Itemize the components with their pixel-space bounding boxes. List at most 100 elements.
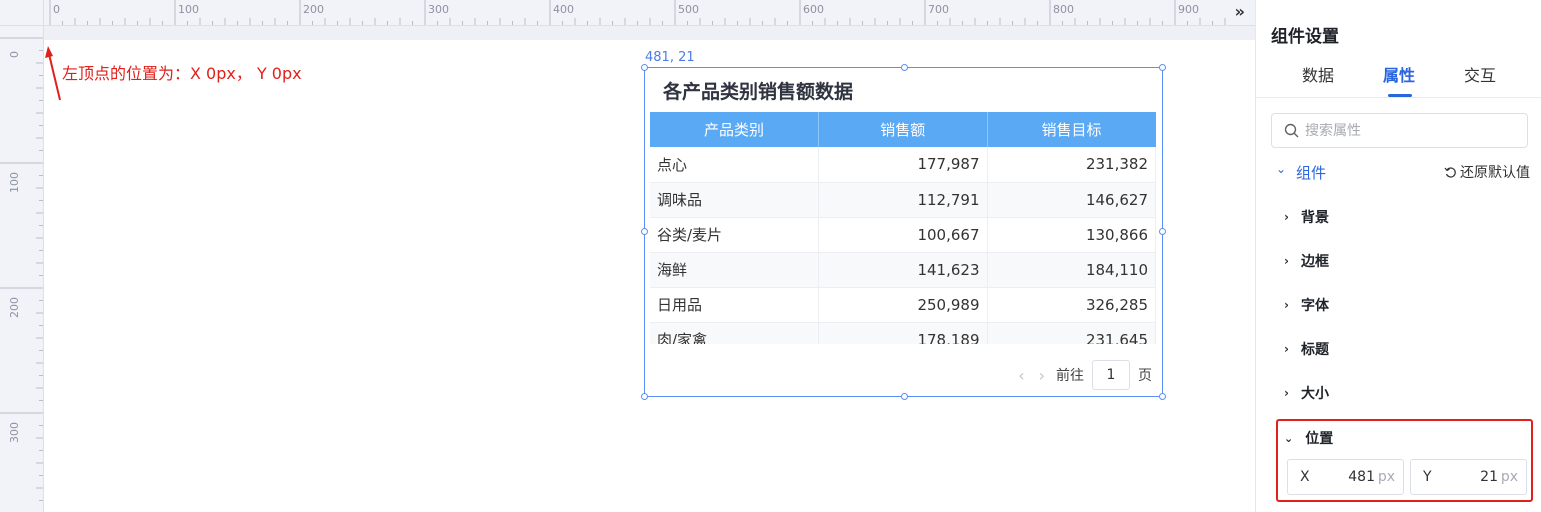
- resize-handle[interactable]: [1159, 393, 1166, 400]
- search-input[interactable]: [1305, 122, 1505, 139]
- tab-interaction[interactable]: 交互: [1464, 62, 1496, 86]
- table-cell: 112,791: [818, 182, 988, 218]
- ruler-horizontal[interactable]: 0 100 200 300 400 500 600 700 800 900 »: [0, 0, 1255, 26]
- search-box[interactable]: [1271, 113, 1528, 148]
- ruler-label: 400: [553, 3, 574, 16]
- page-suffix: 页: [1138, 368, 1152, 384]
- reset-defaults-button[interactable]: 还原默认值: [1444, 162, 1530, 182]
- ruler-label: 100: [8, 172, 21, 193]
- table-header-row: 产品类别 销售额 销售目标: [650, 112, 1156, 147]
- position-x-field[interactable]: X 481 px: [1287, 459, 1404, 495]
- resize-handle[interactable]: [901, 64, 908, 71]
- tab-data[interactable]: 数据: [1302, 62, 1334, 86]
- ruler-label: 800: [1053, 3, 1074, 16]
- resize-handle[interactable]: [641, 393, 648, 400]
- resize-handle[interactable]: [1159, 64, 1166, 71]
- canvas-margin: [44, 26, 1255, 40]
- ruler-vertical-ticks: [0, 37, 43, 501]
- table-cell: 130,866: [987, 217, 1156, 253]
- prev-page-icon[interactable]: ‹: [1015, 366, 1027, 385]
- table-cell: 231,382: [987, 147, 1156, 183]
- ruler-label: 0: [53, 3, 60, 16]
- ruler-label: 200: [303, 3, 324, 16]
- table-cell: 326,285: [987, 287, 1156, 323]
- table-cell: 146,627: [987, 182, 1156, 218]
- section-font[interactable]: › 字体: [1284, 295, 1329, 315]
- table-cell: 肉/家禽: [650, 322, 819, 344]
- active-tab-indicator: [1388, 94, 1412, 97]
- data-table: 产品类别 销售额 销售目标 点心 177,987 231,382 调味品 112…: [650, 112, 1156, 344]
- table-widget[interactable]: 各产品类别销售额数据 产品类别 销售额 销售目标 点心 177,987 231,…: [641, 64, 1166, 400]
- ruler-label: 0: [8, 51, 21, 58]
- search-icon: [1284, 123, 1299, 138]
- goto-label: 前往: [1056, 368, 1084, 384]
- chevron-right-icon: ›: [1284, 254, 1289, 268]
- table-row[interactable]: 谷类/麦片 100,667 130,866: [650, 217, 1156, 253]
- table-cell: 231,645: [987, 322, 1156, 344]
- x-value[interactable]: 481: [1348, 469, 1375, 485]
- data-table-container[interactable]: 产品类别 销售额 销售目标 点心 177,987 231,382 调味品 112…: [650, 112, 1157, 344]
- group-label[interactable]: 组件: [1296, 162, 1326, 183]
- section-position[interactable]: ⌄ 位置: [1284, 428, 1333, 448]
- unit-label: px: [1377, 469, 1395, 485]
- section-border[interactable]: › 边框: [1284, 251, 1329, 271]
- table-row[interactable]: 肉/家禽 178,189 231,645: [650, 322, 1156, 344]
- chevron-right-icon: ›: [1284, 298, 1289, 312]
- column-header[interactable]: 产品类别: [650, 112, 819, 147]
- section-title[interactable]: › 标题: [1284, 339, 1329, 359]
- table-cell: 184,110: [987, 252, 1156, 288]
- section-size[interactable]: › 大小: [1284, 383, 1329, 403]
- resize-handle[interactable]: [901, 393, 908, 400]
- table-row[interactable]: 调味品 112,791 146,627: [650, 182, 1156, 218]
- settings-tabs: 数据 属性 交互: [1256, 62, 1541, 98]
- position-y-field[interactable]: Y 21 px: [1410, 459, 1527, 495]
- y-label: Y: [1423, 469, 1432, 485]
- group-header-component[interactable]: ⌄ 组件 还原默认值: [1276, 162, 1530, 182]
- table-row[interactable]: 点心 177,987 231,382: [650, 147, 1156, 183]
- x-label: X: [1300, 469, 1310, 485]
- section-label: 大小: [1300, 386, 1329, 402]
- chevron-right-icon: ›: [1284, 386, 1289, 400]
- chevron-right-icon: ›: [1284, 210, 1289, 224]
- expand-ruler-icon[interactable]: »: [1235, 2, 1245, 21]
- undo-icon: [1444, 166, 1456, 178]
- table-row[interactable]: 海鲜 141,623 184,110: [650, 252, 1156, 288]
- resize-handle[interactable]: [641, 64, 648, 71]
- column-header[interactable]: 销售目标: [987, 112, 1156, 147]
- table-cell: 海鲜: [650, 252, 819, 288]
- table-cell: 调味品: [650, 182, 819, 218]
- panel-title: 组件设置: [1271, 27, 1339, 47]
- design-canvas[interactable]: 0 100 200 300 400 500 600 700 800 900 » …: [0, 0, 1255, 512]
- section-label: 边框: [1300, 254, 1329, 270]
- pagination: ‹ › 前往 页: [1015, 360, 1152, 390]
- table-row[interactable]: 日用品 250,989 326,285: [650, 287, 1156, 323]
- tab-properties[interactable]: 属性: [1383, 62, 1415, 86]
- ruler-label: 200: [8, 297, 21, 318]
- section-background[interactable]: › 背景: [1284, 207, 1329, 227]
- ruler-label: 100: [178, 3, 199, 16]
- ruler-label: 300: [8, 422, 21, 443]
- section-label: 字体: [1300, 298, 1329, 314]
- ruler-corner: [0, 0, 44, 26]
- table-cell: 点心: [650, 147, 819, 183]
- unit-label: px: [1500, 469, 1518, 485]
- page-number-input[interactable]: [1092, 360, 1130, 390]
- table-cell: 100,667: [818, 217, 988, 253]
- coordinate-label: 481, 21: [645, 50, 695, 65]
- position-section-highlight: ⌄ 位置 X 481 px Y 21 px: [1276, 419, 1533, 502]
- table-cell: 日用品: [650, 287, 819, 323]
- ruler-label: 900: [1178, 3, 1199, 16]
- reset-label: 还原默认值: [1460, 165, 1530, 181]
- table-cell: 250,989: [818, 287, 988, 323]
- resize-handle[interactable]: [1159, 228, 1166, 235]
- resize-handle[interactable]: [641, 228, 648, 235]
- next-page-icon[interactable]: ›: [1036, 366, 1048, 385]
- y-value[interactable]: 21: [1480, 469, 1498, 485]
- ruler-vertical[interactable]: 0 100 200 300: [0, 26, 44, 512]
- ruler-label: 300: [428, 3, 449, 16]
- column-header[interactable]: 销售额: [818, 112, 988, 147]
- table-cell: 177,987: [818, 147, 988, 183]
- chevron-right-icon: ›: [1284, 342, 1289, 356]
- section-label: 位置: [1305, 431, 1334, 447]
- annotation-text: 左顶点的位置为：X 0px， Y 0px: [62, 64, 302, 83]
